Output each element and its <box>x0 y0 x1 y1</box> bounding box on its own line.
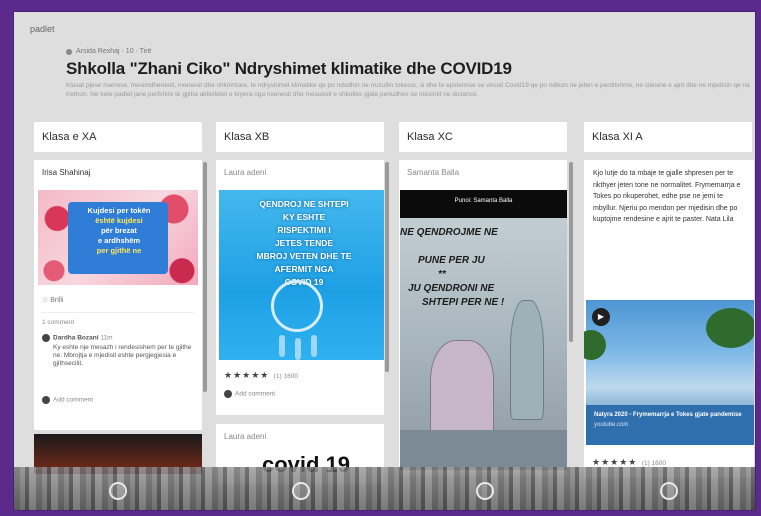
author-meta-text: Arsida Rexhaj · 10 · Tirë <box>76 48 152 55</box>
post-author: Irisa Shahinaj <box>42 168 91 177</box>
column-scrollbar[interactable] <box>203 162 207 392</box>
post-card[interactable]: Laura adeni QENDROJ NE SHTEPI KY ESHTE R… <box>216 160 384 415</box>
dreamcatcher-graphic <box>271 280 323 332</box>
commenter-avatar <box>42 334 50 342</box>
column-header-xa[interactable]: Klasa e XA <box>34 122 202 152</box>
padlet-logo[interactable]: padlet <box>30 24 55 34</box>
post-card[interactable]: Samanta Balla Punoi: Samanta Balla NE QE… <box>399 160 567 475</box>
post-text: Kjo lutje do ta mbaje te gjalle shpresen… <box>593 170 741 223</box>
author-meta: Arsida Rexhaj · 10 · Tirë <box>66 48 151 55</box>
reaction-button[interactable]: ☆ Brilli <box>34 290 202 310</box>
post-image[interactable]: Punoi: Samanta Balla NE QENDROJME NE PUN… <box>400 190 567 470</box>
patient-figure <box>430 340 494 440</box>
post-image[interactable]: QENDROJ NE SHTEPI KY ESHTE RISPEKTIMI I … <box>219 190 384 360</box>
image-caption: Punoi: Samanta Balla <box>400 190 567 218</box>
comments-count[interactable]: 1 comment <box>34 315 202 330</box>
post-author: Laura adeni <box>224 168 267 177</box>
post-author: Laura adeni <box>224 432 267 441</box>
rating-count: (1) 1600 <box>641 460 667 467</box>
column-scrollbar[interactable] <box>385 162 389 372</box>
palm-tree-graphic <box>706 308 754 348</box>
add-post-button[interactable] <box>476 482 494 500</box>
post-card[interactable]: Kjo lutje do ta mbaje te gjalle shpresen… <box>584 160 754 478</box>
add-post-button[interactable] <box>109 482 127 500</box>
comment-text: Ky eshte nje mesazh i rendesishem per te… <box>53 343 192 367</box>
rating-count: (1) 1600 <box>273 373 299 380</box>
doctor-figure <box>510 300 544 420</box>
feather-graphic <box>295 338 301 360</box>
floor-shading <box>400 430 567 470</box>
user-avatar <box>224 390 232 398</box>
palm-tree-graphic <box>584 330 606 360</box>
page-title: Shkolla "Zhani Ciko" Ndryshimet klimatik… <box>66 59 512 78</box>
play-icon[interactable]: ▶ <box>592 308 610 326</box>
comment-time: 11m <box>100 334 113 342</box>
image-text: NE QENDROJME NE PUNE PER JU ** JU QENDRO… <box>400 227 505 308</box>
feather-graphic <box>279 335 285 357</box>
column-header-xia[interactable]: Klasa XI A <box>584 122 752 152</box>
rating-stars[interactable]: ★★★★★ <box>592 457 637 467</box>
comment-author: Dardha Bozani <box>53 334 99 342</box>
add-post-button[interactable] <box>660 482 678 500</box>
author-avatar <box>66 48 72 55</box>
feather-graphic <box>311 335 317 357</box>
add-comment[interactable]: Add comment <box>34 382 202 408</box>
post-image[interactable]: Kujdesi per tokën është kujdesi për brez… <box>38 190 198 285</box>
post-card[interactable]: Irisa Shahinaj Kujdesi per tokën është k… <box>34 160 202 430</box>
video-embed[interactable]: ▶ Natyra 2020 - Frymemarrja e Tokes gjat… <box>584 300 754 445</box>
column-header-xb[interactable]: Klasa XB <box>216 122 384 152</box>
add-comment[interactable]: Add comment <box>224 390 275 398</box>
image-text: QENDROJ NE SHTEPI KY ESHTE RISPEKTIMI I … <box>256 199 352 287</box>
user-avatar <box>42 395 50 404</box>
post-author: Samanta Balla <box>407 168 460 177</box>
image-text: Kujdesi per tokën është kujdesi për brez… <box>87 206 151 255</box>
rating-stars[interactable]: ★★★★★ <box>224 370 269 380</box>
column-scrollbar[interactable] <box>569 162 573 342</box>
column-header-xc[interactable]: Klasa XC <box>399 122 567 152</box>
padlet-board: padlet Arsida Rexhaj · 10 · Tirë Shkolla… <box>14 12 755 510</box>
add-post-button[interactable] <box>292 482 310 500</box>
page-description: Klasat pjese marrese, mesimdhenesit, nxe… <box>66 82 750 98</box>
video-caption[interactable]: Natyra 2020 - Frymemarrja e Tokes gjate … <box>586 405 754 445</box>
comment: Dardha Bozani 11m Ky eshte nje mesazh i … <box>34 330 202 382</box>
